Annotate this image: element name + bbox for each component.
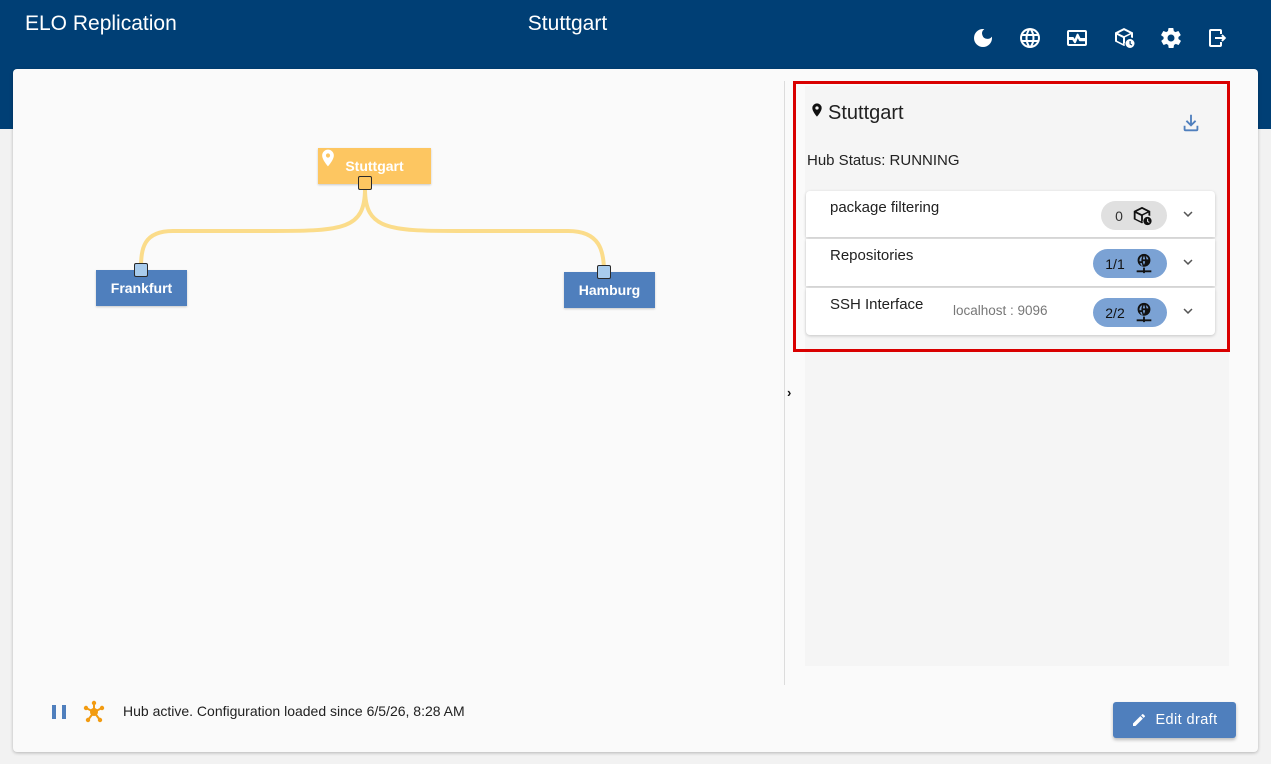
current-hub-title: Stuttgart bbox=[527, 12, 608, 35]
status-footer: Hub active. Configuration loaded since 6… bbox=[13, 685, 1258, 752]
language-globe-icon[interactable] bbox=[1017, 25, 1043, 51]
hub-network-icon bbox=[82, 700, 106, 724]
logout-icon[interactable] bbox=[1205, 25, 1231, 51]
pencil-icon bbox=[1133, 713, 1146, 726]
map-marker-icon bbox=[322, 149, 334, 167]
node-label: Hamburg bbox=[578, 282, 641, 298]
pause-button[interactable] bbox=[50, 703, 68, 723]
configuration-status-text: Hub active. Configuration loaded since 6… bbox=[123, 703, 465, 719]
node-hamburg-port[interactable] bbox=[597, 265, 611, 279]
edit-draft-label: Edit draft bbox=[1155, 712, 1218, 728]
node-frankfurt-port[interactable] bbox=[134, 263, 148, 277]
edit-draft-button[interactable]: Edit draft bbox=[1113, 702, 1236, 738]
settings-gear-icon[interactable] bbox=[1158, 25, 1184, 51]
node-label: Frankfurt bbox=[110, 280, 173, 296]
hub-node-label: Stuttgart bbox=[345, 158, 404, 174]
hub-node-stuttgart[interactable]: Stuttgart bbox=[318, 148, 431, 184]
toolbar-icons bbox=[970, 25, 1252, 51]
edge-stuttgart-hamburg bbox=[363, 188, 606, 273]
highlight-box bbox=[793, 81, 1230, 352]
panel-divider bbox=[784, 81, 785, 685]
monitoring-icon[interactable] bbox=[1064, 25, 1090, 51]
main-card: Stuttgart Frankfurt Hamburg › Stuttgart … bbox=[13, 69, 1258, 752]
hub-node-port[interactable] bbox=[358, 176, 372, 190]
topology-graph: Stuttgart Frankfurt Hamburg bbox=[13, 69, 784, 685]
edge-stuttgart-frankfurt bbox=[139, 188, 367, 270]
collapse-panel-chevron-icon[interactable]: › bbox=[787, 385, 791, 400]
package-icon[interactable] bbox=[1111, 25, 1137, 51]
dark-mode-icon[interactable] bbox=[970, 25, 996, 51]
